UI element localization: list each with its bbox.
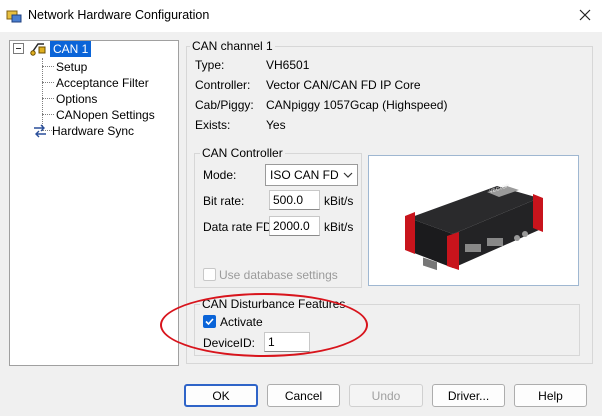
can-channel-icon (29, 41, 47, 57)
can-channel-legend: CAN channel 1 (190, 39, 275, 53)
undo-button[interactable]: Undo (349, 384, 423, 407)
tree-item-canopen-settings[interactable]: CANopen Settings (56, 107, 155, 123)
controller-label: Controller: (195, 78, 251, 92)
cancel-button[interactable]: Cancel (267, 384, 340, 407)
configuration-tree[interactable]: CAN 1 Setup Acceptance Filter Options CA… (9, 40, 179, 366)
window-title: Network Hardware Configuration (28, 8, 210, 22)
mode-label: Mode: (203, 168, 237, 182)
tree-expander-icon[interactable] (13, 42, 24, 58)
close-button[interactable] (572, 4, 598, 26)
type-value: VH6501 (266, 58, 310, 72)
mode-select[interactable]: ISO CAN FD (265, 164, 358, 186)
network-hardware-icon (6, 8, 22, 24)
chevron-down-icon (343, 172, 353, 178)
bit-rate-unit: kBit/s (324, 194, 354, 208)
bit-rate-label: Bit rate: (203, 194, 245, 208)
cab-piggy-value: CANpiggy 1057Gcap (Highspeed) (266, 98, 448, 112)
help-button[interactable]: Help (514, 384, 587, 407)
use-database-checkbox[interactable] (203, 268, 216, 281)
tree-item-can1[interactable]: CAN 1 (50, 41, 92, 57)
controller-value: Vector CAN/CAN FD IP Core (266, 78, 421, 92)
driver-button[interactable]: Driver... (432, 384, 505, 407)
close-icon (579, 9, 591, 21)
exists-label: Exists: (195, 118, 231, 132)
annotation-circle (160, 293, 368, 357)
ok-button[interactable]: OK (184, 384, 258, 407)
tree-item-options[interactable]: Options (56, 91, 97, 107)
tree-item-acceptance-filter[interactable]: Acceptance Filter (56, 75, 149, 91)
data-rate-unit: kBit/s (324, 220, 354, 234)
use-database-label: Use database settings (219, 268, 338, 282)
device-image: VECTOR (368, 155, 579, 286)
data-rate-label: Data rate FD: (203, 220, 276, 234)
type-label: Type: (195, 58, 225, 72)
tree-item-hardware-sync[interactable]: Hardware Sync (52, 123, 134, 139)
tree-item-setup[interactable]: Setup (56, 59, 87, 75)
mode-select-value: ISO CAN FD (270, 168, 339, 182)
bit-rate-input[interactable]: 500.0 (269, 190, 320, 210)
hardware-sync-icon (32, 123, 48, 139)
cab-piggy-label: Cab/Piggy: (195, 98, 254, 112)
exists-value: Yes (266, 118, 286, 132)
can-controller-legend: CAN Controller (200, 146, 285, 160)
data-rate-input[interactable]: 2000.0 (269, 216, 320, 236)
